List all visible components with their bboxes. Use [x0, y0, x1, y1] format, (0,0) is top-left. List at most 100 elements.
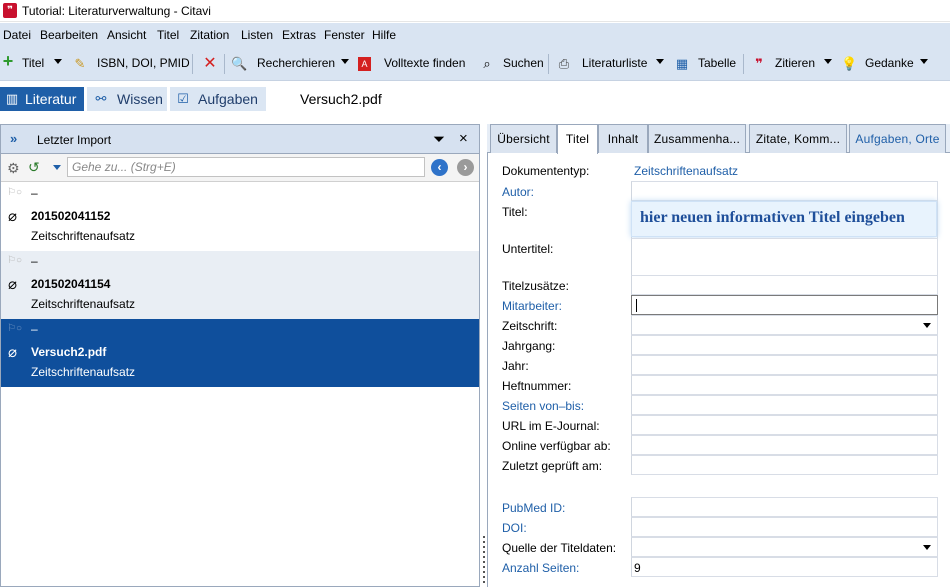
filter-icon[interactable]: ⏷ — [433, 131, 445, 148]
list-item[interactable]: ⚐○ – ⌀ 201502041152 Zeitschriftenaufsatz — [1, 183, 479, 251]
search-globe-icon[interactable]: 🔍 — [231, 56, 247, 72]
zuletzt-field[interactable] — [631, 455, 938, 475]
chevron-down-icon[interactable] — [923, 323, 931, 328]
doi-field[interactable] — [631, 517, 938, 537]
titelzusaetze-field[interactable] — [631, 275, 938, 295]
flag-icon[interactable]: ⚐○ — [7, 255, 22, 266]
doi-label[interactable]: DOI: — [502, 521, 527, 535]
chevron-down-icon[interactable] — [923, 545, 931, 550]
recherchieren-button[interactable]: Recherchieren — [257, 56, 335, 70]
untertitel-field[interactable] — [631, 238, 938, 276]
text-cursor — [636, 299, 637, 312]
jahrgang-field[interactable] — [631, 335, 938, 355]
books-icon: ▥ — [5, 91, 19, 106]
title-hint-text: hier neuen informativen Titel eingeben — [640, 209, 905, 226]
url-field[interactable] — [631, 415, 938, 435]
tab-titel[interactable]: Titel — [557, 124, 598, 154]
volltexte-finden-button[interactable]: Volltexte finden — [384, 56, 465, 70]
pubmed-field[interactable] — [631, 497, 938, 517]
zeitschrift-label: Zeitschrift: — [502, 319, 558, 333]
dokumenttyp-value[interactable]: Zeitschriftenaufsatz — [634, 164, 738, 178]
nav-wissen[interactable]: ⚯ Wissen — [87, 87, 167, 111]
online-field[interactable] — [631, 435, 938, 455]
add-title-button[interactable]: Titel — [22, 56, 44, 70]
navigator-row: ▥ Literatur ⚯ Wissen ☑ Aufgaben — [0, 82, 950, 118]
history-icon[interactable]: ↺ — [28, 159, 40, 176]
anzahl-seiten-label[interactable]: Anzahl Seiten: — [502, 561, 579, 575]
back-arrow-icon[interactable]: ‹ — [431, 159, 448, 176]
chevron-down-icon[interactable] — [54, 59, 62, 64]
chevron-down-icon[interactable] — [920, 59, 928, 64]
menu-fenster[interactable]: Fenster — [324, 28, 365, 42]
menu-titel[interactable]: Titel — [157, 28, 179, 42]
mitarbeiter-label[interactable]: Mitarbeiter: — [502, 299, 562, 313]
chevron-down-icon[interactable] — [824, 59, 832, 64]
list-item[interactable]: ⚐○ – ⌀ 201502041154 Zeitschriftenaufsatz — [1, 251, 479, 319]
pane-splitter[interactable] — [482, 124, 486, 587]
menu-datei[interactable]: Datei — [3, 28, 31, 42]
splitter-grip[interactable] — [483, 536, 485, 586]
flag-icon[interactable]: ⚐○ — [7, 323, 22, 334]
heftnummer-field[interactable] — [631, 375, 938, 395]
zeitschrift-combobox[interactable] — [631, 315, 938, 335]
quelle-combobox[interactable] — [631, 537, 938, 557]
magnifier-icon[interactable]: ⌕ — [479, 56, 495, 72]
chevron-down-icon[interactable] — [656, 59, 664, 64]
pubmed-label[interactable]: PubMed ID: — [502, 501, 565, 515]
menu-extras[interactable]: Extras — [282, 28, 316, 42]
tab-zitate[interactable]: Zitate, Komm... — [749, 124, 847, 153]
tab-uebersicht[interactable]: Übersicht — [490, 124, 557, 153]
list-item-selected[interactable]: ⚐○ – ⌀ Versuch2.pdf Zeitschriftenaufsatz — [1, 319, 479, 387]
autor-field[interactable] — [631, 181, 938, 201]
chevron-down-icon[interactable] — [53, 165, 61, 170]
toolbar-divider — [192, 54, 193, 74]
jahr-field[interactable] — [631, 355, 938, 375]
suchen-button[interactable]: Suchen — [503, 56, 544, 70]
nav-aufgaben[interactable]: ☑ Aufgaben — [170, 87, 266, 111]
tabelle-button[interactable]: Tabelle — [698, 56, 736, 70]
paperclip-icon: ⌀ — [8, 208, 18, 225]
autor-label[interactable]: Autor: — [502, 185, 534, 199]
nav-literatur[interactable]: ▥ Literatur — [0, 87, 84, 111]
anzahl-seiten-value: 9 — [634, 561, 641, 575]
lightbulb-icon[interactable]: 💡 — [841, 56, 857, 72]
menu-bearbeiten[interactable]: Bearbeiten — [40, 28, 98, 42]
pdf-icon[interactable]: A — [358, 57, 371, 71]
delete-icon[interactable]: ✕ — [202, 56, 218, 72]
toolbar-divider — [548, 54, 549, 74]
menu-zitation[interactable]: Zitation — [190, 28, 229, 42]
gear-icon[interactable]: ⚙ — [7, 160, 20, 177]
menu-listen[interactable]: Listen — [241, 28, 273, 42]
forward-arrow-icon[interactable]: › — [457, 159, 474, 176]
table-icon[interactable]: ▦ — [674, 56, 690, 72]
plus-icon[interactable]: + — [0, 52, 16, 70]
close-icon[interactable]: × — [459, 130, 468, 147]
zitieren-button[interactable]: Zitieren — [775, 56, 815, 70]
double-chevron-right-icon[interactable]: » — [10, 131, 17, 146]
goto-input[interactable] — [67, 157, 425, 177]
tab-inhalt[interactable]: Inhalt — [598, 124, 648, 153]
author-placeholder: – — [31, 254, 38, 268]
citavi-app-icon: ❞ — [3, 3, 17, 18]
magic-wand-icon[interactable]: ✎ — [72, 56, 88, 72]
tab-zusammenhang[interactable]: Zusammenha... — [648, 124, 746, 153]
anzahl-seiten-field[interactable] — [631, 557, 938, 577]
mitarbeiter-field[interactable] — [631, 295, 938, 315]
flag-icon[interactable]: ⚐○ — [7, 187, 22, 198]
editor-tabs: Übersicht Titel Inhalt Zusammenha... Zit… — [487, 124, 950, 154]
menu-hilfe[interactable]: Hilfe — [372, 28, 396, 42]
gedanke-button[interactable]: Gedanke — [865, 56, 914, 70]
seiten-label[interactable]: Seiten von–bis: — [502, 399, 584, 413]
isbn-doi-pmid-button[interactable]: ISBN, DOI, PMID — [97, 56, 190, 70]
selection-name: Letzter Import — [37, 133, 112, 147]
literaturliste-button[interactable]: Literaturliste — [582, 56, 647, 70]
printer-icon[interactable]: ⎙ — [556, 56, 572, 72]
seiten-field[interactable] — [631, 395, 938, 415]
menu-ansicht[interactable]: Ansicht — [107, 28, 146, 42]
tab-aufgaben-orte[interactable]: Aufgaben, Orte — [849, 124, 946, 153]
quote-icon[interactable]: ❞ — [751, 56, 767, 72]
nav-literatur-label: Literatur — [25, 91, 77, 107]
nav-wissen-label: Wissen — [117, 91, 163, 107]
chevron-down-icon[interactable] — [341, 59, 349, 64]
paperclip-icon: ⌀ — [8, 344, 18, 361]
